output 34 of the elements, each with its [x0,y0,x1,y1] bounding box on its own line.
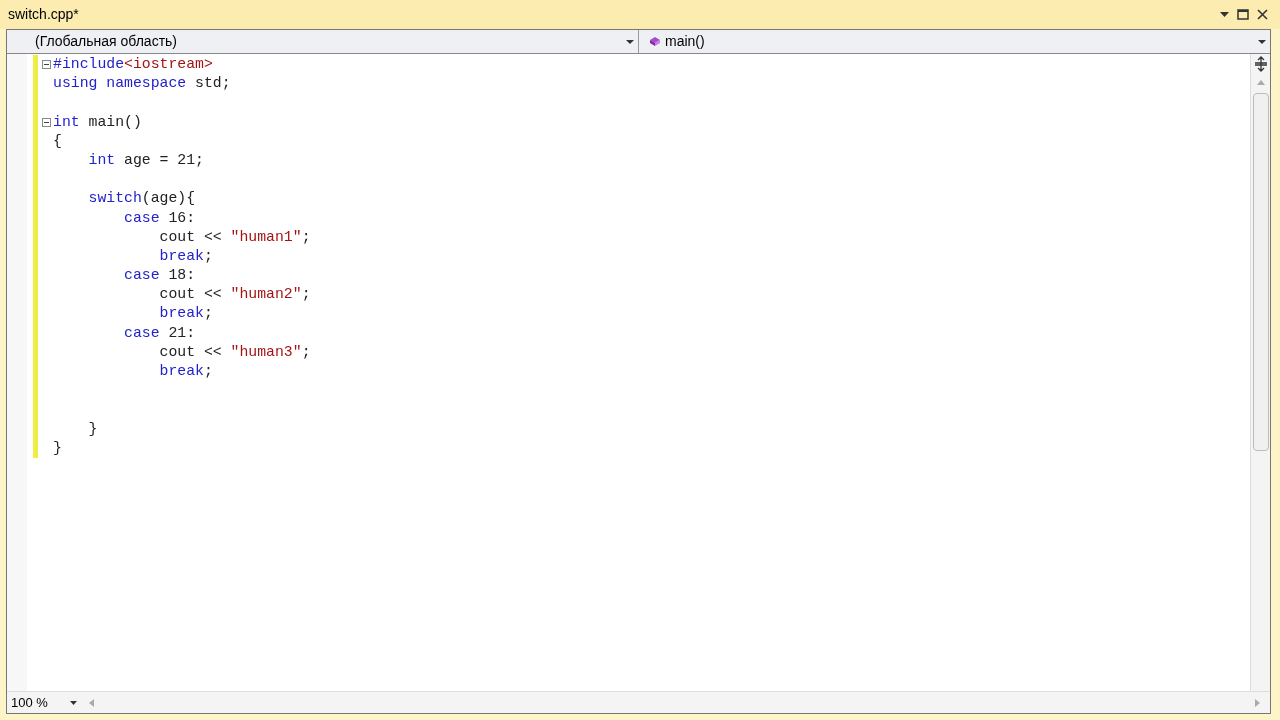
method-icon [649,36,661,47]
window-title: switch.cpp* [8,5,79,24]
code-line: } [53,438,62,458]
code-line: int age = 21; [87,150,204,170]
scrollbar-thumb[interactable] [1252,93,1269,451]
code-line: } [87,419,98,439]
collapse-icon[interactable] [41,60,51,70]
code-line: case 16: [123,208,196,228]
scroll-left-icon [89,698,94,707]
code-line: int main() [53,112,142,132]
caret-icon [70,700,77,705]
code-line: cout << "human1"; [158,227,311,247]
code-line: break; [158,362,213,381]
code-line: cout << "human3"; [158,342,311,362]
code-line: #include<iostream> [53,55,213,74]
scroll-right-icon [1255,698,1260,707]
close-icon[interactable] [1257,9,1268,20]
code-line: case 21: [123,323,196,343]
maximize-icon[interactable] [1237,9,1249,20]
member-dropdown[interactable]: main() [639,30,1270,53]
code-line: { [53,131,62,151]
code-line: cout << "human2"; [158,285,311,305]
code-line: break; [158,246,213,266]
code-line: using namespace std; [53,74,231,94]
scope-dropdown[interactable]: (Глобальная область) [7,30,639,53]
collapse-icon[interactable] [41,117,51,127]
caret-icon [626,39,634,44]
code-line: switch(age){ [87,189,196,209]
split-icon[interactable] [1252,56,1269,72]
dropdown-icon[interactable] [1220,12,1229,17]
code-line: case 18: [123,266,196,286]
zoom-dropdown[interactable]: 100 % [7,692,79,713]
caret-icon [1258,39,1266,44]
code-line: break; [158,304,213,324]
